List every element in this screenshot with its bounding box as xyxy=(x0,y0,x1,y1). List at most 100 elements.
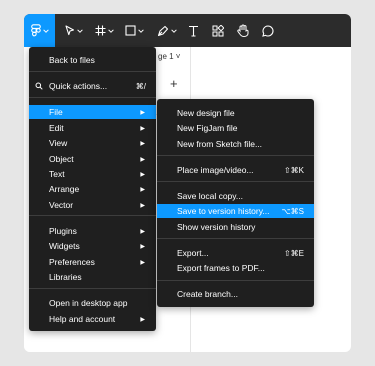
menu-item-label: Save local copy... xyxy=(177,191,243,201)
shortcut-label: ⇧⌘E xyxy=(283,248,304,258)
menu-item-text[interactable]: Text ▶ xyxy=(29,167,156,181)
menu-item-label: File xyxy=(49,107,63,117)
menu-item-label: Back to files xyxy=(49,55,95,65)
menu-item-label: Preferences xyxy=(49,257,95,267)
shape-tool-button[interactable] xyxy=(122,14,146,47)
menu-item-help-and-account[interactable]: Help and account ▶ xyxy=(29,312,156,326)
move-tool-icon xyxy=(65,25,75,36)
shape-tool-icon xyxy=(124,25,136,36)
page-selector[interactable]: ge 1 ˅ xyxy=(158,52,180,61)
menu-item-label: New design file xyxy=(177,108,235,118)
menu-item-back-to-files[interactable]: Back to files xyxy=(29,53,156,67)
menu-item-label: Vector xyxy=(49,200,74,210)
text-tool-icon xyxy=(188,25,199,37)
menu-divider xyxy=(29,288,156,289)
menu-item-object[interactable]: Object ▶ xyxy=(29,152,156,166)
menu-item-label: Arrange xyxy=(49,184,80,194)
menu-item-label: Export frames to PDF... xyxy=(177,263,265,273)
menu-item-file[interactable]: File ▶ xyxy=(29,105,156,119)
menu-item-vector[interactable]: Vector ▶ xyxy=(29,198,156,212)
menu-item-label: Save to version history... xyxy=(177,206,270,216)
main-menu: Back to files Quick actions... ⌘/ File ▶… xyxy=(29,47,156,331)
resources-icon xyxy=(212,24,224,37)
menu-item-arrange[interactable]: Arrange ▶ xyxy=(29,182,156,196)
menu-item-place-image[interactable]: Place image/video... ⇧⌘K xyxy=(157,163,314,177)
menu-divider xyxy=(29,215,156,216)
submenu-arrow-icon: ▶ xyxy=(140,243,145,250)
menu-divider xyxy=(29,71,156,72)
menu-divider xyxy=(157,238,314,239)
menu-item-preferences[interactable]: Preferences ▶ xyxy=(29,255,156,269)
submenu-arrow-icon: ▶ xyxy=(140,186,145,193)
add-page-button[interactable]: + xyxy=(170,76,178,91)
menu-item-label: View xyxy=(49,138,68,148)
menu-item-show-version-history[interactable]: Show version history xyxy=(157,220,314,234)
resources-button[interactable] xyxy=(209,14,227,47)
shortcut-label: ⌘/ xyxy=(135,81,146,91)
menu-item-libraries[interactable]: Libraries xyxy=(29,270,156,284)
chevron-down-icon xyxy=(137,28,144,33)
submenu-arrow-icon: ▶ xyxy=(140,202,145,209)
menu-item-label: Libraries xyxy=(49,272,82,282)
submenu-arrow-icon: ▶ xyxy=(140,316,145,323)
menu-item-new-from-sketch[interactable]: New from Sketch file... xyxy=(157,137,314,151)
submenu-arrow-icon: ▶ xyxy=(140,156,145,163)
frame-tool-button[interactable] xyxy=(92,14,116,47)
submenu-arrow-icon: ▶ xyxy=(140,140,145,147)
menu-item-label: Quick actions... xyxy=(49,81,108,91)
menu-item-label: Plugins xyxy=(49,226,77,236)
submenu-arrow-icon: ▶ xyxy=(140,259,145,266)
comment-icon xyxy=(262,24,274,37)
menu-item-label: Show version history xyxy=(177,222,256,232)
submenu-arrow-icon: ▶ xyxy=(140,171,145,178)
menu-item-label: Create branch... xyxy=(177,289,238,299)
hand-tool-icon xyxy=(237,24,249,37)
menu-item-widgets[interactable]: Widgets ▶ xyxy=(29,239,156,253)
pen-tool-button[interactable] xyxy=(154,14,180,47)
figma-logo-icon xyxy=(30,24,41,37)
menu-item-label: New from Sketch file... xyxy=(177,139,263,149)
frame-tool-icon xyxy=(95,25,106,36)
menu-item-export-frames-to-pdf[interactable]: Export frames to PDF... xyxy=(157,261,314,275)
submenu-arrow-icon: ▶ xyxy=(140,125,145,132)
menu-item-label: New FigJam file xyxy=(177,123,238,133)
menu-divider xyxy=(157,181,314,182)
menu-item-edit[interactable]: Edit ▶ xyxy=(29,121,156,135)
menu-item-quick-actions[interactable]: Quick actions... ⌘/ xyxy=(29,79,156,93)
menu-item-open-desktop-app[interactable]: Open in desktop app xyxy=(29,296,156,310)
chevron-down-icon xyxy=(77,28,83,33)
chevron-down-icon xyxy=(171,28,177,33)
menu-item-label: Help and account xyxy=(49,314,116,324)
menu-item-label: Export... xyxy=(177,248,209,258)
menu-item-create-branch[interactable]: Create branch... xyxy=(157,287,314,301)
menu-divider xyxy=(157,280,314,281)
menu-item-label: Place image/video... xyxy=(177,165,254,175)
menu-item-new-figjam-file[interactable]: New FigJam file xyxy=(157,121,314,135)
main-menu-button[interactable] xyxy=(24,14,55,47)
chevron-down-icon xyxy=(107,28,114,33)
file-submenu: New design file New FigJam file New from… xyxy=(157,99,314,307)
shortcut-label: ⌥⌘S xyxy=(281,206,304,216)
menu-item-label: Widgets xyxy=(49,241,80,251)
menu-item-plugins[interactable]: Plugins ▶ xyxy=(29,224,156,238)
submenu-arrow-icon: ▶ xyxy=(140,109,145,116)
submenu-arrow-icon: ▶ xyxy=(140,228,145,235)
menu-item-label: Object xyxy=(49,154,74,164)
menu-item-save-local-copy[interactable]: Save local copy... xyxy=(157,189,314,203)
move-tool-button[interactable] xyxy=(62,14,86,47)
search-icon xyxy=(35,82,43,92)
menu-item-export[interactable]: Export... ⇧⌘E xyxy=(157,246,314,260)
shortcut-label: ⇧⌘K xyxy=(283,165,304,175)
menu-item-label: Open in desktop app xyxy=(49,298,128,308)
comment-tool-button[interactable] xyxy=(259,14,277,47)
menu-item-new-design-file[interactable]: New design file xyxy=(157,106,314,120)
menu-item-label: Edit xyxy=(49,123,64,133)
menu-item-save-to-version-history[interactable]: Save to version history... ⌥⌘S xyxy=(157,204,314,218)
pen-tool-icon xyxy=(157,25,169,37)
text-tool-button[interactable] xyxy=(184,14,202,47)
menu-item-label: Text xyxy=(49,169,65,179)
chevron-down-icon xyxy=(42,28,49,33)
hand-tool-button[interactable] xyxy=(234,14,252,47)
toolbar xyxy=(24,14,351,47)
menu-item-view[interactable]: View ▶ xyxy=(29,136,156,150)
